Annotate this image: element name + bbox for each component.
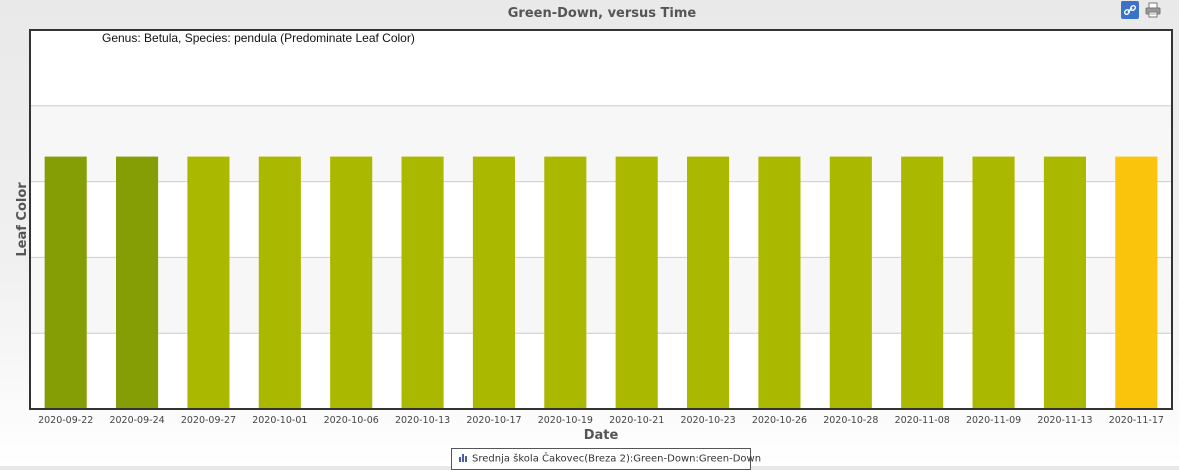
bar-2020-10-28[interactable] (829, 156, 872, 409)
bar-2020-10-01[interactable] (258, 156, 301, 409)
x-tick-label: 2020-10-17 (466, 415, 521, 426)
bar-2020-11-09[interactable] (972, 156, 1015, 409)
x-tick-label: 2020-11-09 (966, 415, 1021, 426)
bar-2020-10-13[interactable] (401, 156, 444, 409)
chart-subtitle: Genus: Betula, Species: pendula (Predomi… (102, 31, 415, 45)
bar-2020-10-26[interactable] (758, 156, 801, 409)
bar-2020-11-13[interactable] (1043, 156, 1086, 409)
bar-2020-09-22[interactable] (44, 156, 87, 409)
bar-2020-11-17[interactable] (1115, 156, 1158, 409)
x-tick-label: 2020-11-13 (1037, 415, 1092, 426)
x-tick-label: 2020-10-21 (609, 415, 664, 426)
x-tick-label: 2020-10-28 (823, 415, 878, 426)
bar-2020-10-17[interactable] (472, 156, 515, 409)
x-tick-label: 2020-10-13 (395, 415, 450, 426)
bar-2020-10-06[interactable] (330, 156, 373, 409)
legend[interactable]: Srednja škola Čakovec(Breza 2):Green-Dow… (451, 448, 761, 470)
chart-area: 2020-09-22 2020-09-24 2020-09-27 2020-10-01… (15, 29, 1173, 443)
bar-chart-icon (458, 452, 468, 465)
x-tick-label: 2020-11-08 (895, 415, 950, 426)
bar-2020-09-24[interactable] (116, 156, 159, 409)
x-tick-label: 2020-10-06 (324, 415, 379, 426)
x-tick-label: 2020-10-19 (538, 415, 593, 426)
x-tick-label: 2020-11-17 (1109, 415, 1164, 426)
legend-series-label: Srednja škola Čakovec(Breza 2):Green-Dow… (472, 453, 762, 465)
x-tick-label: 2020-09-24 (109, 415, 164, 426)
x-tick-label: 2020-10-01 (252, 415, 307, 426)
x-tick-label: 2020-09-22 (38, 415, 93, 426)
bar-2020-10-19[interactable] (544, 156, 587, 409)
x-tick-label: 2020-09-27 (181, 415, 236, 426)
x-tick-label: 2020-10-26 (752, 415, 807, 426)
bar-2020-11-08[interactable] (901, 156, 944, 409)
x-axis-label: Date (584, 428, 619, 443)
x-tick-label: 2020-10-23 (680, 415, 735, 426)
y-axis-label: Leaf Color (15, 182, 30, 257)
bar-2020-10-23[interactable] (687, 156, 730, 409)
bar-2020-09-27[interactable] (187, 156, 230, 409)
bar-2020-10-21[interactable] (615, 156, 658, 409)
